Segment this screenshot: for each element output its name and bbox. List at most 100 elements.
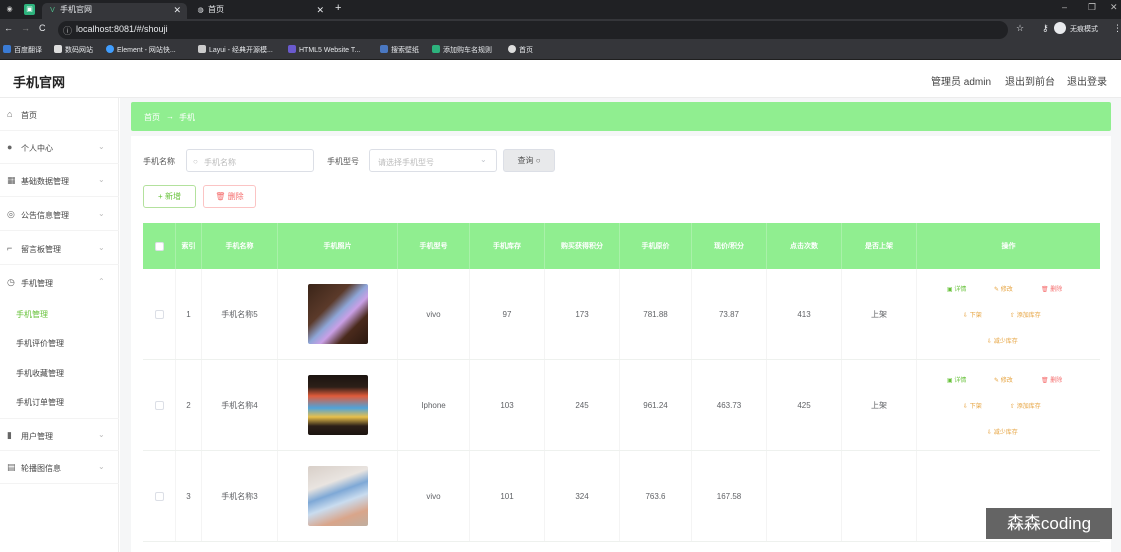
row-checkbox[interactable] (154, 309, 164, 319)
minimize-icon[interactable]: – (1062, 2, 1067, 12)
add-stock-button[interactable]: ⇧ 添加库存 (1010, 401, 1041, 410)
row-status: 上架 (842, 360, 917, 450)
detail-button[interactable]: ▣ 详情 (947, 375, 966, 384)
tab-home[interactable]: ◍ 首页 ✕ (190, 3, 330, 19)
sidebar-item-base-data[interactable]: ▦ 基础数据管理 ⌄ (0, 164, 119, 197)
edit-button[interactable]: ✎ 修改 (994, 284, 1013, 293)
bookmark-item[interactable]: Element - 网站快... (106, 45, 176, 55)
tab-close-icon[interactable]: ✕ (316, 3, 324, 17)
bookmark-item[interactable]: 添加购车名规则 (432, 45, 492, 55)
tab-phone-site[interactable]: V 手机官网 ✕ (42, 3, 187, 19)
sidebar-item-users[interactable]: ▮ 用户管理 ⌄ (0, 418, 119, 451)
rules-icon (432, 45, 440, 53)
col-stock[interactable]: 手机库存 (470, 223, 545, 269)
phone-type-label: 手机型号 (327, 157, 359, 166)
col-points[interactable]: 购买获得积分 (545, 223, 620, 269)
row-model: vivo (398, 269, 470, 359)
search-icon: ○ (193, 157, 198, 166)
detail-button[interactable]: ▣ 详情 (947, 284, 966, 293)
remove-button[interactable]: 🗑 删除 (1041, 284, 1062, 293)
bookmark-item[interactable]: 首页 (508, 45, 533, 55)
delete-button[interactable]: 🗑 删除 (203, 185, 256, 208)
table-header: 索引 手机名称 手机照片 手机型号 手机库存 购买获得积分 手机原价 现价/积分… (143, 223, 1100, 269)
row-name: 手机名称3 (202, 451, 278, 541)
restore-icon[interactable]: ❐ (1088, 2, 1096, 13)
row-checkbox[interactable] (154, 400, 164, 410)
phone-type-select[interactable]: 请选择手机型号 ⌄ (369, 149, 497, 172)
row-status: 上架 (842, 269, 917, 359)
bookmark-star-icon[interactable]: ☆ (1016, 23, 1024, 34)
phone-name-input[interactable]: ○ 手机名称 (186, 149, 314, 172)
remove-button[interactable]: 🗑 删除 (1041, 375, 1062, 384)
phone-photo[interactable] (307, 284, 368, 344)
admin-label: 管理员 admin (931, 77, 992, 88)
back-icon[interactable]: ← (4, 23, 13, 33)
close-window-icon[interactable]: ✕ (1110, 2, 1118, 13)
col-now[interactable]: 现价/积分 (692, 223, 767, 269)
table-row: 3 手机名称3 vivo 101 324 763.6 167.58 (143, 451, 1100, 542)
globe-icon: ◍ (197, 7, 204, 14)
sidebar-item-profile[interactable]: ● 个人中心 ⌄ (0, 131, 119, 164)
col-model[interactable]: 手机型号 (398, 223, 470, 269)
reload-icon[interactable]: C (39, 23, 46, 33)
bookmark-item[interactable]: 搜索壁纸 (380, 45, 419, 55)
add-stock-button[interactable]: ⇧ 添加库存 (1010, 310, 1041, 319)
col-status[interactable]: 是否上架 (842, 223, 917, 269)
search-button[interactable]: 查询 ○ (503, 149, 555, 172)
phone-photo[interactable] (307, 375, 368, 435)
more-icon[interactable]: ⋮ (1113, 23, 1121, 34)
bookmark-item[interactable]: 百度翻译 (3, 45, 42, 55)
back-to-front-link[interactable]: 退出到前台 (1005, 73, 1055, 88)
image-icon: ▤ (7, 462, 16, 472)
sidebar-item-home[interactable]: ⌂ 首页 (0, 98, 119, 131)
sidebar-item-notice[interactable]: ◎ 公告信息管理 ⌄ (0, 198, 119, 231)
phone-icon: ◷ (7, 277, 15, 287)
incognito-label[interactable]: 无痕模式 (1070, 24, 1098, 34)
off-shelf-button[interactable]: ⇩ 下架 (963, 401, 982, 410)
reduce-stock-button[interactable]: ⇩ 减少库存 (987, 336, 1018, 345)
app-tab-icon[interactable]: ▣ (24, 4, 35, 15)
col-photo[interactable]: 手机照片 (278, 223, 398, 269)
bookmark-item[interactable]: HTML5 Website T... (288, 45, 360, 54)
breadcrumb-arrow-icon: → (166, 112, 174, 121)
tab-close-icon[interactable]: ✕ (173, 3, 181, 17)
add-button[interactable]: + 新增 (143, 185, 196, 208)
chrome-menu-icon[interactable]: ◉ (4, 4, 15, 15)
row-photo-cell (278, 360, 398, 450)
select-all-checkbox[interactable] (154, 241, 164, 251)
sidebar-subitem-phone-manage[interactable]: 手机管理 (16, 309, 48, 320)
sidebar-subitem-phone-order[interactable]: 手机订单管理 (16, 397, 64, 408)
bookmark-item[interactable]: 数码网站 (54, 45, 93, 55)
col-clicks[interactable]: 点击次数 (767, 223, 842, 269)
row-ops: ▣ 详情 ✎ 修改 🗑 删除 ⇩ 下架 ⇧ 添加库存 ⇩ 减少库存 (917, 269, 1100, 359)
site-logo[interactable]: 手机官网 (13, 72, 65, 91)
key-icon[interactable]: ⚷ (1042, 23, 1049, 34)
col-name[interactable]: 手机名称 (202, 223, 278, 269)
forward-icon[interactable]: → (21, 23, 30, 33)
sidebar-item-message[interactable]: ⌐ 留言板管理 ⌄ (0, 232, 119, 265)
row-clicks: 413 (767, 269, 842, 359)
breadcrumb-home[interactable]: 首页 (144, 112, 160, 123)
select-all-checkbox-cell (143, 223, 176, 269)
sidebar-item-phone[interactable]: ◷ 手机管理 ⌃ (0, 266, 119, 299)
col-price[interactable]: 手机原价 (620, 223, 692, 269)
row-price: 781.88 (620, 269, 692, 359)
sidebar-item-carousel[interactable]: ▤ 轮播图信息 ⌄ (0, 451, 119, 484)
content-panel: 手机名称 ○ 手机名称 手机型号 请选择手机型号 ⌄ 查询 ○ + 新增 🗑 删… (131, 136, 1111, 552)
off-shelf-button[interactable]: ⇩ 下架 (963, 310, 982, 319)
globe-icon (508, 45, 516, 53)
bookmark-item[interactable]: Layui - 经典开源模... (198, 45, 273, 55)
row-stock: 103 (470, 360, 545, 450)
col-ops: 操作 (1001, 243, 1016, 250)
logout-link[interactable]: 退出登录 (1067, 73, 1107, 88)
sidebar-subitem-phone-favorite[interactable]: 手机收藏管理 (16, 368, 64, 379)
sidebar-subitem-phone-review[interactable]: 手机评价管理 (16, 338, 64, 349)
col-index[interactable]: 索引 (176, 223, 202, 269)
reduce-stock-button[interactable]: ⇩ 减少库存 (987, 427, 1018, 436)
row-checkbox[interactable] (154, 491, 164, 501)
new-tab-button[interactable]: + (335, 2, 341, 14)
phone-photo[interactable] (307, 466, 368, 526)
address-bar[interactable]: ⓘ localhost:8081/#/shouji ☆ ⚷ (58, 21, 1049, 39)
edit-button[interactable]: ✎ 修改 (994, 375, 1013, 384)
breadcrumb: 首页 → 手机 (131, 102, 1111, 131)
